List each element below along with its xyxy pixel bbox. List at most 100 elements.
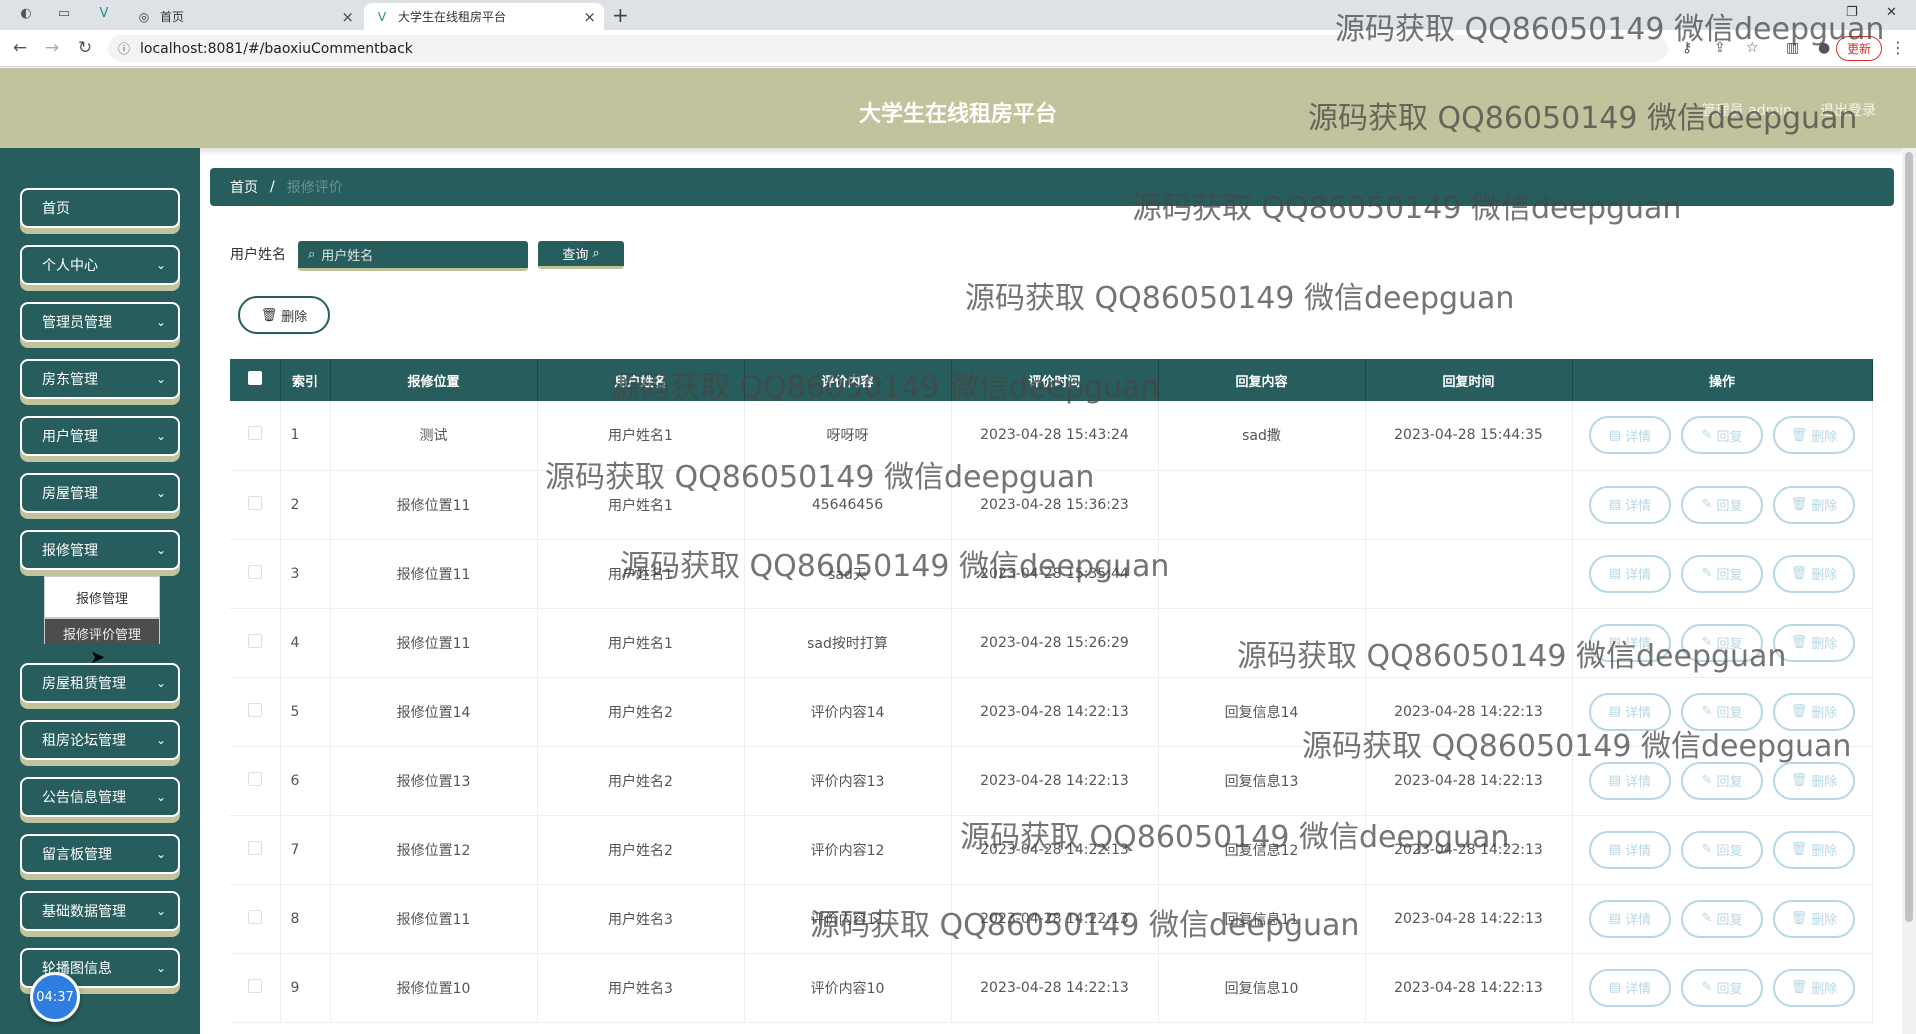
row-checkbox[interactable] — [247, 840, 262, 855]
detail-button[interactable]: ▤ 详情 — [1589, 416, 1671, 455]
browser-tabbar: ◐ ▭ V ◎ 首页 × V 大学生在线租房平台 × + ❐ ✕ — [0, 0, 1916, 30]
reply-button[interactable]: ✎ 回复 — [1681, 761, 1763, 800]
row-checkbox[interactable] — [247, 702, 262, 717]
reply-button[interactable]: ✎ 回复 — [1681, 416, 1763, 455]
browser-tab-home[interactable]: ◎ 首页 × — [126, 3, 362, 30]
reload-icon[interactable]: ↻ — [75, 38, 95, 58]
row-checkbox[interactable] — [247, 909, 262, 924]
row-checkbox[interactable] — [247, 978, 262, 993]
close-window-icon[interactable]: ✕ — [1886, 5, 1897, 20]
address-bar[interactable]: ⓘ localhost:8081/#/baoxiuCommentback — [108, 35, 1668, 62]
sidebar-item-forum[interactable]: 租房论坛管理 ⌄ — [20, 720, 180, 760]
reply-button[interactable]: ✎ 回复 — [1681, 623, 1763, 662]
action-label: 删除 — [1811, 568, 1838, 583]
restore-window-icon[interactable]: ❐ — [1846, 5, 1858, 20]
bookmark-star-icon[interactable]: ☆ — [1746, 40, 1759, 56]
delete-row-button[interactable]: 🗑 删除 — [1773, 692, 1855, 731]
detail-button[interactable]: ▤ 详情 — [1589, 899, 1671, 938]
detail-button[interactable]: ▤ 详情 — [1589, 761, 1671, 800]
sidepanel-icon[interactable]: ▥ — [1786, 40, 1799, 56]
close-icon[interactable]: × — [583, 8, 596, 26]
delete-row-button[interactable]: 🗑 删除 — [1773, 623, 1855, 662]
key-icon[interactable]: ⚷ — [1682, 40, 1692, 56]
delete-row-button[interactable]: 🗑 删除 — [1773, 485, 1855, 524]
sidebar-item-message-board[interactable]: 留言板管理 ⌄ — [20, 834, 180, 874]
chevron-down-icon: ⌄ — [155, 904, 166, 918]
back-icon[interactable]: ← — [10, 38, 30, 58]
reply-button[interactable]: ✎ 回复 — [1681, 485, 1763, 524]
blank-tab-icon[interactable]: ▭ — [56, 6, 72, 22]
search-input[interactable]: ⌕ 用户姓名 — [298, 241, 528, 271]
share-icon[interactable]: ⇪ — [1714, 40, 1726, 56]
sidebar-item-base-data[interactable]: 基础数据管理 ⌄ — [20, 891, 180, 931]
action-label: 删除 — [1811, 913, 1838, 928]
detail-button[interactable]: ▤ 详情 — [1589, 485, 1671, 524]
detail-button[interactable]: ▤ 详情 — [1589, 692, 1671, 731]
globe-icon: ◎ — [138, 9, 150, 24]
update-button[interactable]: 更新 — [1835, 36, 1882, 61]
sidebar-item-landlord[interactable]: 房东管理 ⌄ — [20, 359, 180, 399]
browser-tab-active[interactable]: V 大学生在线租房平台 × — [364, 3, 604, 30]
select-all-checkbox[interactable] — [247, 371, 262, 385]
cell-actions: ▤ 详情 ✎ 回复 🗑 删除 — [1572, 539, 1873, 609]
scrollbar-thumb[interactable] — [1905, 152, 1913, 922]
row-checkbox[interactable] — [247, 564, 262, 579]
detail-button[interactable]: ▤ 详情 — [1589, 968, 1671, 1007]
detail-button[interactable]: ▤ 详情 — [1589, 623, 1671, 662]
row-actions: ▤ 详情 ✎ 回复 🗑 删除 — [1573, 554, 1872, 593]
bulk-delete-button[interactable]: 🗑 删除 — [238, 296, 330, 334]
sidebar-item-personal-center[interactable]: 个人中心 ⌄ — [20, 245, 180, 285]
cell-time: 2023-04-28 15:36:23 — [951, 470, 1159, 540]
delete-row-button[interactable]: 🗑 删除 — [1773, 899, 1855, 938]
sidebar-item-admin[interactable]: 管理员管理 ⌄ — [20, 302, 180, 342]
reply-button[interactable]: ✎ 回复 — [1681, 968, 1763, 1007]
cell-reply: 回复信息13 — [1158, 746, 1366, 816]
info-icon[interactable]: ⓘ — [118, 40, 130, 57]
action-label: 回复 — [1716, 706, 1743, 721]
sidebar-item-rental[interactable]: 房屋租赁管理 ⌄ — [20, 663, 180, 703]
delete-row-button[interactable]: 🗑 删除 — [1773, 830, 1855, 869]
delete-row-button[interactable]: 🗑 删除 — [1773, 968, 1855, 1007]
row-checkbox[interactable] — [247, 495, 262, 510]
sidebar-item-house[interactable]: 房屋管理 ⌄ — [20, 473, 180, 513]
reply-button[interactable]: ✎ 回复 — [1681, 899, 1763, 938]
breadcrumb-current: 报修评价 — [286, 180, 343, 196]
cell-location: 测试 — [330, 401, 538, 471]
reply-button[interactable]: ✎ 回复 — [1681, 554, 1763, 593]
sidebar-item-home[interactable]: 首页 — [20, 188, 180, 228]
close-icon[interactable]: × — [341, 8, 354, 26]
row-checkbox[interactable] — [247, 633, 262, 648]
submenu-item-repair-comment[interactable]: 报修评价管理 — [44, 618, 160, 644]
logout-link[interactable]: 退出登录 — [1820, 100, 1876, 120]
sidebar-item-notice[interactable]: 公告信息管理 ⌄ — [20, 777, 180, 817]
recording-timer[interactable]: 04:37 — [30, 972, 80, 1022]
page-scrollbar[interactable] — [1902, 148, 1916, 1034]
sidebar-item-repair[interactable]: 报修管理 ⌄ — [20, 530, 180, 570]
cell-time: 2023-04-28 14:22:13 — [951, 884, 1159, 954]
reply-button[interactable]: ✎ 回复 — [1681, 692, 1763, 731]
sidebar-item-user[interactable]: 用户管理 ⌄ — [20, 416, 180, 456]
detail-button[interactable]: ▤ 详情 — [1589, 554, 1671, 593]
query-button[interactable]: 查询 ⌕ — [538, 241, 624, 269]
profile-icon[interactable]: ● — [1818, 40, 1830, 56]
trash-icon: 🗑 — [260, 307, 278, 323]
delete-row-button[interactable]: 🗑 删除 — [1773, 761, 1855, 800]
row-checkbox[interactable] — [247, 771, 262, 786]
forward-icon[interactable]: → — [42, 38, 62, 58]
globe-icon[interactable]: ◐ — [18, 6, 34, 22]
cell-actions: ▤ 详情 ✎ 回复 🗑 删除 — [1572, 953, 1873, 1023]
cell-reply — [1158, 470, 1366, 540]
new-tab-icon[interactable]: + — [612, 3, 629, 27]
app-title: 大学生在线租房平台 — [858, 102, 1057, 127]
delete-row-button[interactable]: 🗑 删除 — [1773, 554, 1855, 593]
submenu-item-repair[interactable]: 报修管理 — [44, 576, 160, 618]
reply-button[interactable]: ✎ 回复 — [1681, 830, 1763, 869]
row-checkbox[interactable] — [247, 426, 262, 441]
column-header: 回复内容 — [1158, 359, 1366, 401]
vue-icon[interactable]: V — [96, 6, 112, 22]
detail-button[interactable]: ▤ 详情 — [1589, 830, 1671, 869]
delete-row-button[interactable]: 🗑 删除 — [1773, 416, 1855, 455]
breadcrumb-home[interactable]: 首页 — [230, 177, 258, 197]
more-menu-icon[interactable]: ⋮ — [1890, 38, 1906, 57]
detail-icon: ▤ — [1608, 427, 1622, 443]
